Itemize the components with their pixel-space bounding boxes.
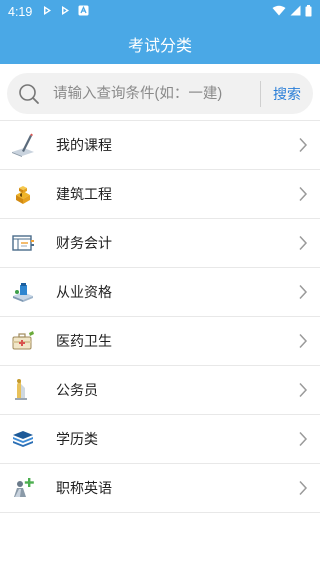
- list-item-medical[interactable]: 医药卫生: [0, 317, 320, 366]
- ledger-icon: [10, 230, 36, 256]
- chevron-right-icon: [292, 480, 314, 496]
- list-item-label: 学历类: [56, 431, 98, 447]
- person-plus-icon: [10, 475, 36, 501]
- list-item-label: 公务员: [56, 382, 98, 398]
- status-bar: 4:19: [0, 0, 320, 24]
- chevron-right-icon: [292, 284, 314, 300]
- civil-servant-icon: [10, 377, 36, 403]
- category-list: 我的课程 建筑工程 财务会计 从业资格 医药卫生 公务员 学历类 职称英语: [0, 120, 320, 513]
- medical-kit-icon: [10, 328, 36, 354]
- chevron-right-icon: [292, 186, 314, 202]
- list-item-qualification[interactable]: 从业资格: [0, 268, 320, 317]
- list-item-finance[interactable]: 财务会计: [0, 219, 320, 268]
- list-item-education[interactable]: 学历类: [0, 415, 320, 464]
- chevron-right-icon: [292, 382, 314, 398]
- chevron-right-icon: [292, 333, 314, 349]
- system-icons: [272, 4, 312, 20]
- list-item-label: 医药卫生: [56, 333, 112, 349]
- building-blocks-icon: [10, 181, 36, 207]
- chevron-right-icon: [292, 235, 314, 251]
- app-bar: 考试分类: [0, 24, 320, 64]
- list-item-title-english[interactable]: 职称英语: [0, 464, 320, 513]
- list-item-my-courses[interactable]: 我的课程: [0, 121, 320, 170]
- pen-book-icon: [10, 132, 36, 158]
- search-button[interactable]: 搜索: [261, 84, 313, 104]
- list-item-label: 从业资格: [56, 284, 112, 300]
- list-item-construction[interactable]: 建筑工程: [0, 170, 320, 219]
- play-icon: [42, 5, 52, 19]
- search-section: 搜索: [0, 64, 320, 120]
- search-input[interactable]: [47, 73, 260, 114]
- signal-icon: [290, 5, 301, 19]
- list-item-label: 我的课程: [56, 137, 112, 153]
- status-time: 4:19: [8, 5, 33, 19]
- layers-icon: [10, 426, 36, 452]
- list-item-label: 财务会计: [56, 235, 112, 251]
- list-item-label: 职称英语: [56, 480, 112, 496]
- list-item-civil-servant[interactable]: 公务员: [0, 366, 320, 415]
- notification-icons: [42, 5, 89, 19]
- battery-icon: [305, 4, 312, 20]
- chevron-right-icon: [292, 137, 314, 153]
- search-bar: 搜索: [7, 73, 313, 114]
- list-item-label: 建筑工程: [56, 186, 112, 202]
- chevron-right-icon: [292, 431, 314, 447]
- certificate-icon: [10, 279, 36, 305]
- search-icon: [11, 83, 47, 105]
- app-notification-icon: [78, 5, 89, 19]
- play-icon: [60, 5, 70, 19]
- top-bar: 4:19 考试分类: [0, 0, 320, 64]
- page-title: 考试分类: [127, 38, 192, 55]
- wifi-icon: [272, 5, 286, 19]
